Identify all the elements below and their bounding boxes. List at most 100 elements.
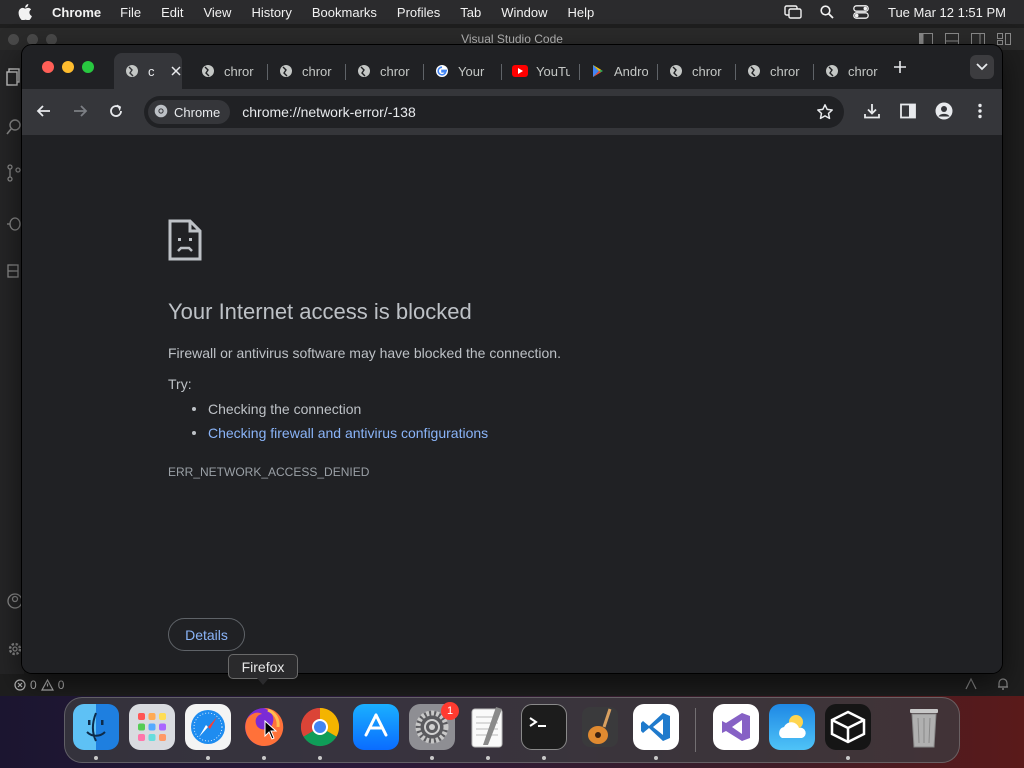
running-indicator bbox=[318, 756, 322, 760]
menu-tab[interactable]: Tab bbox=[460, 5, 481, 20]
forward-arrow-icon[interactable] bbox=[71, 102, 89, 120]
menu-help[interactable]: Help bbox=[568, 5, 595, 20]
vscode-minimize-button[interactable] bbox=[27, 34, 38, 45]
tab[interactable]: chror bbox=[658, 53, 736, 89]
tab[interactable]: chror bbox=[736, 53, 814, 89]
manage-gear-icon[interactable] bbox=[6, 640, 22, 658]
globe-icon bbox=[124, 63, 140, 79]
running-indicator bbox=[486, 756, 490, 760]
address-bar[interactable]: Chrome chrome://network-error/-138 bbox=[144, 96, 844, 128]
warning-count: 0 bbox=[57, 678, 65, 692]
menu-file[interactable]: File bbox=[120, 5, 141, 20]
tooltip-arrow bbox=[257, 678, 269, 685]
notifications-bell-icon[interactable] bbox=[996, 677, 1010, 694]
globe-icon bbox=[746, 63, 762, 79]
menu-profiles[interactable]: Profiles bbox=[397, 5, 440, 20]
downloads-icon[interactable] bbox=[863, 102, 881, 120]
screen-mirroring-icon[interactable] bbox=[784, 3, 802, 21]
site-info-chip[interactable]: Chrome bbox=[148, 100, 231, 124]
menu-bookmarks[interactable]: Bookmarks bbox=[312, 5, 377, 20]
browser-toolbar: Chrome chrome://network-error/-138 bbox=[22, 89, 1002, 135]
close-window-button[interactable] bbox=[42, 61, 54, 73]
dock-garageband-icon[interactable] bbox=[577, 704, 623, 750]
details-button[interactable]: Details bbox=[168, 618, 245, 651]
tab-title: chror bbox=[770, 63, 800, 79]
menu-app-name[interactable]: Chrome bbox=[52, 5, 101, 20]
dock-finder-icon[interactable] bbox=[73, 704, 119, 750]
tab[interactable]: YouTu bbox=[502, 53, 580, 89]
tab[interactable]: chror bbox=[346, 53, 424, 89]
tab-search-chevron-icon[interactable] bbox=[970, 55, 994, 79]
tab[interactable]: Your bbox=[424, 53, 502, 89]
dock-textedit-icon[interactable] bbox=[465, 704, 511, 750]
source-control-icon[interactable] bbox=[6, 164, 22, 182]
vscode-close-button[interactable] bbox=[8, 34, 19, 45]
dock-codesandbox-icon[interactable] bbox=[825, 704, 871, 750]
globe-icon bbox=[278, 63, 294, 79]
menu-edit[interactable]: Edit bbox=[161, 5, 183, 20]
new-tab-plus-icon[interactable] bbox=[892, 59, 908, 75]
dock-safari-icon[interactable] bbox=[185, 704, 231, 750]
vscode-window-title: Visual Studio Code bbox=[461, 32, 563, 46]
dock-chrome-icon[interactable] bbox=[297, 704, 343, 750]
more-menu-icon[interactable] bbox=[971, 102, 989, 120]
warning-triangle-icon bbox=[40, 679, 54, 691]
menu-history[interactable]: History bbox=[251, 5, 291, 20]
tab-active[interactable]: c bbox=[114, 53, 182, 89]
error-count: 0 bbox=[30, 678, 37, 692]
live-share-icon[interactable] bbox=[964, 677, 978, 694]
play-store-icon bbox=[590, 63, 606, 79]
tab-title: chror bbox=[302, 63, 332, 79]
close-tab-icon[interactable] bbox=[169, 64, 182, 78]
explorer-icon[interactable] bbox=[6, 68, 22, 86]
globe-icon bbox=[668, 63, 684, 79]
tab[interactable]: chror bbox=[814, 53, 886, 89]
dock-weather-icon[interactable] bbox=[769, 704, 815, 750]
site-chip-label: Chrome bbox=[174, 104, 221, 120]
google-icon bbox=[434, 63, 450, 79]
control-center-icon[interactable] bbox=[852, 3, 870, 21]
error-circle-icon bbox=[14, 679, 26, 691]
chrome-window: c chror chror chror Your YouTu Andro chr… bbox=[22, 45, 1002, 673]
bookmark-star-icon[interactable] bbox=[816, 103, 834, 121]
running-indicator bbox=[262, 756, 266, 760]
tab[interactable]: chror bbox=[268, 53, 346, 89]
search-icon[interactable] bbox=[6, 118, 22, 136]
tab-title: c bbox=[148, 63, 155, 79]
dock-vscode-icon[interactable] bbox=[633, 704, 679, 750]
menu-view[interactable]: View bbox=[203, 5, 231, 20]
running-indicator bbox=[846, 756, 850, 760]
problems-indicator[interactable]: 0 0 bbox=[14, 678, 64, 692]
zoom-window-button[interactable] bbox=[82, 61, 94, 73]
dock-trash-icon[interactable] bbox=[901, 704, 947, 750]
tab[interactable]: chror bbox=[190, 53, 268, 89]
minimize-window-button[interactable] bbox=[62, 61, 74, 73]
spotlight-search-icon[interactable] bbox=[818, 3, 836, 21]
reload-icon[interactable] bbox=[107, 102, 125, 120]
suggestion-link-firewall[interactable]: Checking firewall and antivirus configur… bbox=[191, 424, 488, 448]
back-arrow-icon[interactable] bbox=[35, 102, 53, 120]
menubar-clock[interactable]: Tue Mar 12 1:51 PM bbox=[888, 5, 1006, 20]
error-description: Firewall or antivirus software may have … bbox=[168, 345, 561, 361]
account-icon[interactable] bbox=[6, 592, 23, 610]
side-panel-icon[interactable] bbox=[899, 102, 917, 120]
menu-window[interactable]: Window bbox=[501, 5, 547, 20]
url-text[interactable]: chrome://network-error/-138 bbox=[242, 104, 416, 120]
tab-title: chror bbox=[380, 63, 410, 79]
profile-avatar-icon[interactable] bbox=[935, 102, 953, 120]
run-debug-icon[interactable] bbox=[6, 214, 22, 232]
running-indicator bbox=[206, 756, 210, 760]
chrome-window-controls bbox=[42, 61, 94, 73]
dock-app-store-icon[interactable] bbox=[353, 704, 399, 750]
dock-launchpad-icon[interactable] bbox=[129, 704, 175, 750]
running-indicator bbox=[94, 756, 98, 760]
vscode-zoom-button[interactable] bbox=[46, 34, 57, 45]
globe-icon bbox=[200, 63, 216, 79]
dock-tooltip: Firefox bbox=[228, 654, 298, 679]
dock-terminal-icon[interactable] bbox=[521, 704, 567, 750]
extensions-icon[interactable] bbox=[6, 262, 22, 280]
tab[interactable]: Andro bbox=[580, 53, 658, 89]
dock-visual-studio-icon[interactable] bbox=[713, 704, 759, 750]
apple-menu-icon[interactable] bbox=[18, 4, 38, 20]
dock: 1 bbox=[64, 697, 960, 763]
